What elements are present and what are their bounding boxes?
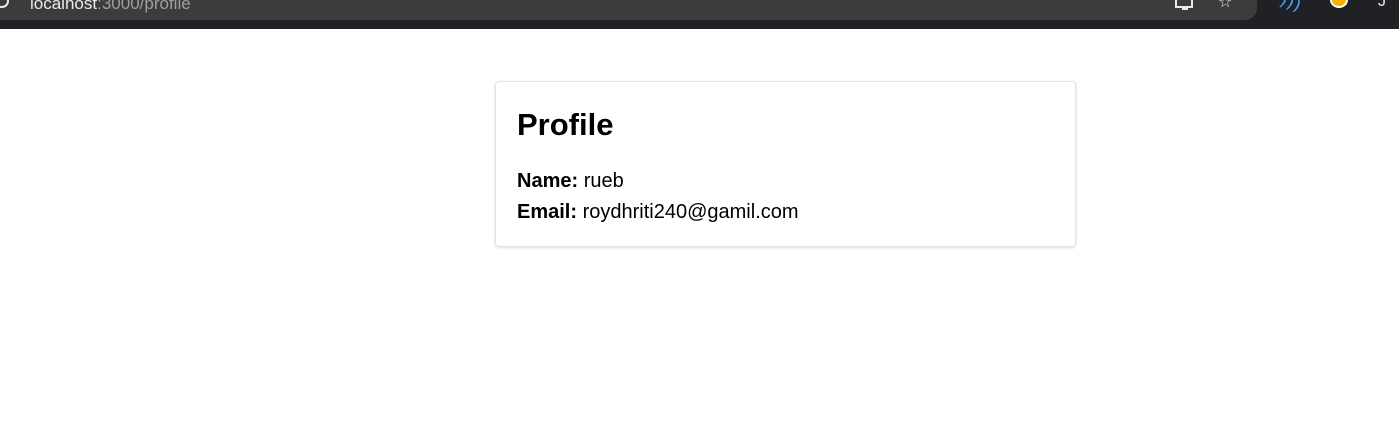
name-row: Name: rueb	[517, 167, 624, 195]
address-bar[interactable]: localhost:3000/profile ☆	[0, 0, 1257, 20]
url-text[interactable]: localhost:3000/profile	[30, 0, 191, 14]
browser-toolbar: localhost:3000/profile ☆ ))) J	[0, 0, 1399, 29]
avatar-icon[interactable]	[1330, 0, 1348, 8]
page-title: Profile	[517, 107, 614, 142]
email-label: Email:	[517, 201, 578, 223]
profile-card: Profile Name: rueb Email: roydhriti240@g…	[495, 81, 1076, 247]
url-path: :3000/profile	[97, 0, 191, 13]
email-row: Email: roydhriti240@gamil.com	[517, 198, 799, 226]
cast-icon[interactable]	[1175, 0, 1193, 10]
email-value: roydhriti240@gamil.com	[582, 201, 799, 223]
star-icon[interactable]: ☆	[1218, 0, 1232, 11]
profile-button[interactable]: J	[1378, 0, 1386, 11]
site-info-icon[interactable]	[0, 0, 9, 8]
name-label: Name:	[517, 170, 579, 192]
url-host: localhost	[30, 0, 98, 13]
wifi-extension-icon[interactable]: )))	[1277, 0, 1304, 16]
name-value: rueb	[583, 170, 624, 192]
